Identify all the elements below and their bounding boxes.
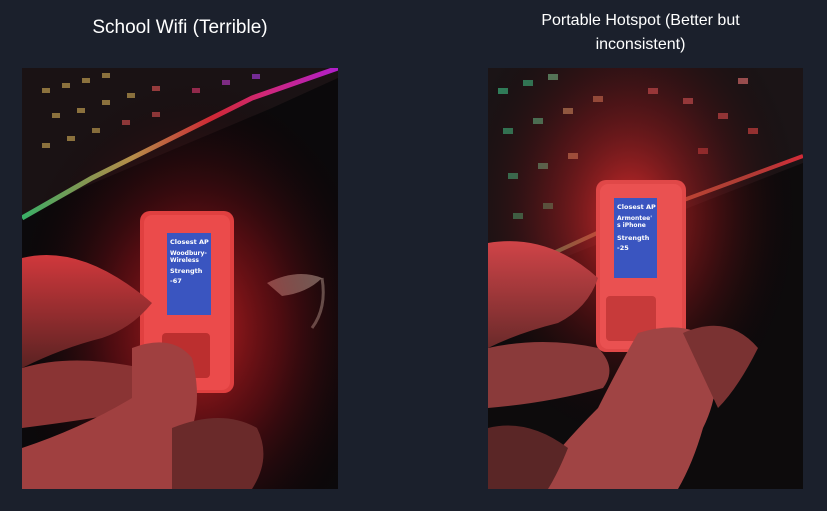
- portable-hotspot-photo-illustration: Closest AP Armontee' s iPhone Strength -…: [488, 68, 803, 489]
- right-caption-line2: inconsistent): [595, 36, 686, 53]
- screen-strength-label: Strength: [617, 234, 650, 242]
- screen-heading: Closest AP: [617, 203, 656, 211]
- screen-strength-value: -67: [170, 277, 182, 285]
- right-caption: Portable Hotspot (Better but inconsisten…: [468, 9, 813, 57]
- screen-ssid-line1: Armontee': [617, 215, 652, 222]
- screen-strength-label: Strength: [170, 267, 203, 275]
- school-wifi-photo-illustration: Closest AP Woodbury- Wireless Strength -…: [22, 68, 338, 489]
- right-caption-line1: Portable Hotspot (Better but: [541, 12, 740, 29]
- screen-ssid-line1: Woodbury-: [170, 250, 207, 257]
- screen-ssid-line2: Wireless: [170, 257, 199, 264]
- screen-heading: Closest AP: [170, 238, 209, 246]
- left-caption: School Wifi (Terrible): [92, 17, 268, 38]
- school-wifi-photo: Closest AP Woodbury- Wireless Strength -…: [22, 68, 338, 489]
- portable-hotspot-photo: Closest AP Armontee' s iPhone Strength -…: [488, 68, 803, 489]
- screen-strength-value: -25: [617, 244, 629, 252]
- screen-ssid-line2: s iPhone: [617, 222, 646, 229]
